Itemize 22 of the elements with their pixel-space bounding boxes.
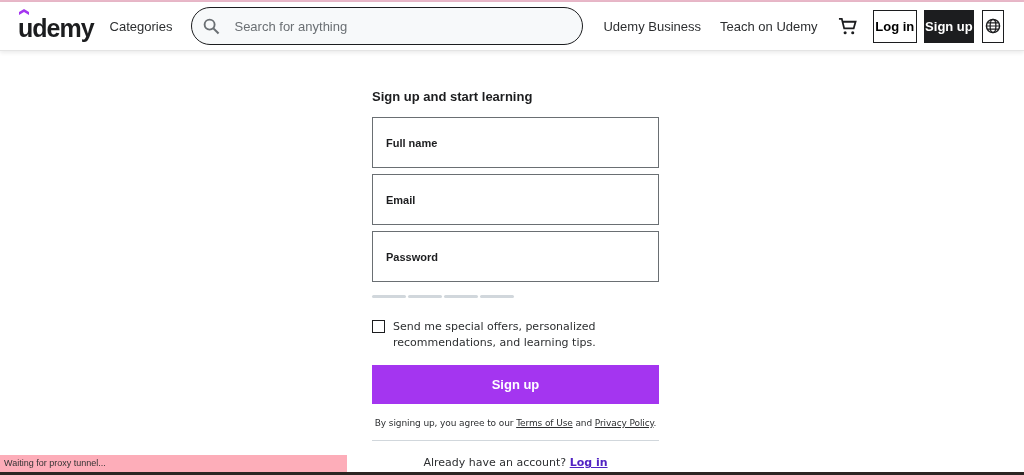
login-prompt: Already have an account? Log in — [422, 456, 609, 469]
logo[interactable]: udemy — [18, 11, 94, 41]
form-title: Sign up and start learning — [372, 89, 534, 104]
nav-link[interactable]: Udemy Business — [603, 18, 701, 34]
signup-submit-button[interactable]: Sign up — [372, 365, 659, 404]
status-bar: Waiting for proxy tunnel... — [0, 455, 347, 472]
cart-icon[interactable] — [837, 16, 857, 36]
terms-link[interactable]: Terms of Use — [516, 418, 573, 428]
login-link[interactable]: Log in — [569, 456, 608, 469]
input-field[interactable]: Email — [372, 174, 659, 225]
globe-icon — [984, 18, 1001, 34]
terms-text: By signing up, you agree to our Terms of Use and Privacy Policy. — [373, 418, 658, 428]
nav-link[interactable]: Teach on Udemy — [720, 18, 818, 34]
search-field[interactable]: Search for anything — [191, 7, 584, 45]
categories-link[interactable]: Categories — [109, 18, 173, 34]
input-field[interactable]: Password — [372, 231, 659, 282]
login-button[interactable]: Log in — [872, 9, 918, 43]
checkbox[interactable] — [372, 320, 385, 333]
checkbox-label: Send me special offers, personalized recommendations, and learning tips. — [393, 319, 597, 351]
input-field[interactable]: Full name — [372, 117, 659, 168]
language-button[interactable] — [981, 9, 1004, 43]
signup-button[interactable]: Sign up — [924, 9, 974, 43]
